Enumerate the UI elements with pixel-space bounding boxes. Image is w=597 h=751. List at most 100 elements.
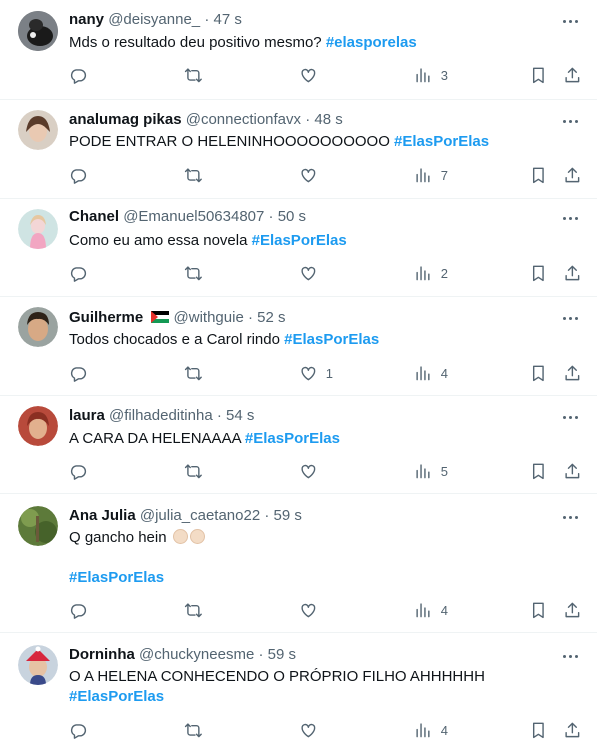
like-button[interactable] (299, 165, 326, 185)
views-button[interactable]: 3 (414, 65, 448, 85)
reply-button[interactable] (69, 363, 88, 383)
share-button[interactable] (563, 263, 582, 283)
retweet-button[interactable] (184, 65, 203, 85)
author-name[interactable]: nany (69, 11, 104, 28)
like-button[interactable] (299, 65, 326, 85)
reply-button[interactable] (69, 600, 88, 620)
share-button[interactable] (563, 363, 582, 383)
like-button[interactable] (299, 263, 326, 283)
share-button[interactable] (563, 600, 582, 620)
avatar[interactable] (18, 209, 58, 249)
bookmark-button[interactable] (529, 263, 548, 283)
tweet[interactable]: Chanel @Emanuel50634807 · 50 s Como eu a… (0, 199, 597, 297)
bookmark-button[interactable] (529, 65, 548, 85)
retweet-button[interactable] (184, 363, 203, 383)
tweet-actions: 2 (0, 263, 597, 283)
share-button[interactable] (563, 165, 582, 185)
tweet[interactable]: laura @filhadeditinha · 54 s A CARA DA H… (0, 396, 597, 494)
tweet[interactable]: analumag pikas @connectionfavx · 48 s PO… (0, 100, 597, 199)
author-handle[interactable]: @Emanuel50634807 (123, 208, 264, 225)
tweet-header: laura @filhadeditinha · 54 s (69, 406, 254, 426)
author-name[interactable]: Chanel (69, 208, 119, 225)
view-count: 4 (440, 602, 448, 618)
like-button[interactable]: 1 (299, 363, 333, 383)
author-handle[interactable]: @julia_caetano22 (140, 507, 260, 524)
bookmark-button[interactable] (529, 461, 548, 481)
hashtag-link[interactable]: #ElasPorElas (69, 688, 164, 705)
view-count: 3 (440, 67, 448, 83)
tweet[interactable]: nany @deisyanne_ · 47 s Mds o resultado … (0, 0, 597, 100)
share-button[interactable] (563, 461, 582, 481)
retweet-button[interactable] (184, 600, 203, 620)
like-button[interactable] (299, 461, 326, 481)
author-name[interactable]: Dorninha (69, 646, 135, 663)
more-icon[interactable] (559, 111, 581, 131)
reply-button[interactable] (69, 65, 88, 85)
more-icon[interactable] (559, 11, 581, 31)
retweet-button[interactable] (184, 165, 203, 185)
avatar[interactable] (18, 307, 58, 347)
retweet-button[interactable] (184, 461, 203, 481)
hashtag-link[interactable]: #ElasPorElas (284, 331, 379, 348)
reply-button[interactable] (69, 263, 88, 283)
author-name[interactable]: laura (69, 407, 105, 424)
avatar-image (18, 406, 58, 446)
reply-icon (70, 603, 87, 619)
like-button[interactable] (299, 720, 326, 740)
bookmark-button[interactable] (529, 363, 548, 383)
views-button[interactable]: 7 (414, 165, 448, 185)
author-name[interactable]: Guilherme (69, 309, 143, 326)
author-handle[interactable]: @connectionfavx (186, 111, 301, 128)
avatar[interactable] (18, 110, 58, 150)
more-icon[interactable] (559, 208, 581, 228)
retweet-button[interactable] (184, 720, 203, 740)
reply-button[interactable] (69, 461, 88, 481)
hashtag-link[interactable]: #ElasPorElas (69, 569, 164, 586)
views-button[interactable]: 4 (414, 720, 448, 740)
author-handle[interactable]: @chuckyneesme (139, 646, 254, 663)
more-icon[interactable] (559, 308, 581, 328)
tweet-text: Como eu amo essa novela #ElasPorElas (69, 231, 577, 251)
author-name[interactable]: Ana Julia (69, 507, 136, 524)
avatar[interactable] (18, 645, 58, 685)
tweet[interactable]: Guilherme @withguie · 52 s Todos chocado… (0, 297, 597, 396)
tweet[interactable]: Ana Julia @julia_caetano22 · 59 s Q ganc… (0, 494, 597, 633)
views-button[interactable]: 5 (414, 461, 448, 481)
retweet-icon (184, 603, 202, 617)
hashtag-link[interactable]: #ElasPorElas (394, 133, 489, 150)
timestamp[interactable]: 59 s (274, 507, 302, 524)
avatar[interactable] (18, 406, 58, 446)
reply-button[interactable] (69, 165, 88, 185)
share-button[interactable] (563, 720, 582, 740)
bookmark-button[interactable] (529, 600, 548, 620)
timestamp[interactable]: 48 s (314, 111, 342, 128)
author-handle[interactable]: @deisyanne_ (108, 11, 200, 28)
timestamp[interactable]: 54 s (226, 407, 254, 424)
hashtag-link[interactable]: #elasporelas (326, 34, 417, 51)
hashtag-link[interactable]: #ElasPorElas (252, 232, 347, 249)
like-button[interactable] (299, 600, 326, 620)
views-button[interactable]: 4 (414, 363, 448, 383)
more-icon[interactable] (559, 646, 581, 666)
views-button[interactable]: 2 (414, 263, 448, 283)
tweet[interactable]: Dorninha @chuckyneesme · 59 s O A HELENA… (0, 633, 597, 751)
author-name[interactable]: analumag pikas (69, 111, 182, 128)
timestamp[interactable]: 59 s (268, 646, 296, 663)
author-handle[interactable]: @withguie (174, 309, 244, 326)
retweet-button[interactable] (184, 263, 203, 283)
bookmark-button[interactable] (529, 165, 548, 185)
reply-button[interactable] (69, 720, 88, 740)
tweet-text: Mds o resultado deu positivo mesmo? #ela… (69, 33, 577, 53)
more-icon[interactable] (559, 507, 581, 527)
share-button[interactable] (563, 65, 582, 85)
avatar[interactable] (18, 11, 58, 51)
views-button[interactable]: 4 (414, 600, 448, 620)
timestamp[interactable]: 52 s (257, 309, 285, 326)
timestamp[interactable]: 47 s (214, 11, 242, 28)
bookmark-button[interactable] (529, 720, 548, 740)
timestamp[interactable]: 50 s (278, 208, 306, 225)
hashtag-link[interactable]: #ElasPorElas (245, 430, 340, 447)
avatar[interactable] (18, 506, 58, 546)
more-icon[interactable] (559, 407, 581, 427)
author-handle[interactable]: @filhadeditinha (109, 407, 213, 424)
